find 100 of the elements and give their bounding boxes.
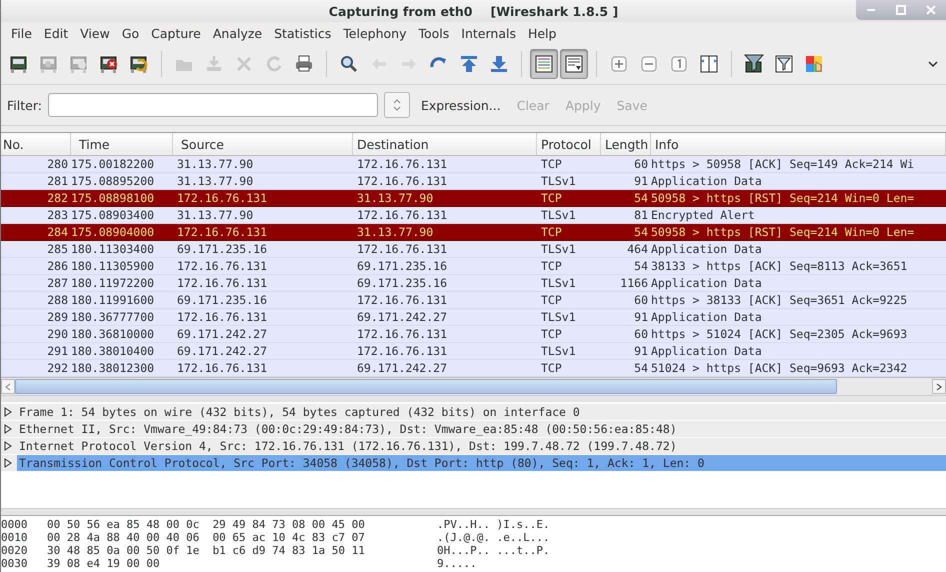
packet-row[interactable]: 289 180.36777700 172.16.76.131 69.171.242.27 TLSv1 91 Application Data [1,309,946,326]
packet-row[interactable]: 285 180.11303400 69.171.235.16 172.16.76.131 TLSv1 464 Application Data [1,241,946,258]
column-header[interactable]: Length [601,133,651,155]
toggle-button[interactable] [530,49,558,79]
table-cell-text: 172.16.76.131 [176,258,268,274]
packet-row[interactable]: 283 175.08903400 31.13.77.90 172.16.76.131 TLSv1 81 Encrypted Alert [1,207,946,224]
table-cell-text: 289 [46,309,69,325]
table-cell-text: 180.11991600 [71,292,156,308]
menu-item[interactable]: Tools [412,26,456,40]
expander-icon[interactable] [3,441,13,451]
table-cell-text: 81 [633,207,649,223]
ascii-text: .PV..H.. )I.s..E. [437,518,550,531]
column-header[interactable]: Protocol [537,133,601,155]
menu-item[interactable]: View [74,26,116,40]
table-cell-text: 180.36777700 [71,309,156,325]
table-cell-text: https > 38133 [ACK] Seq=3651 Ack=9225 [651,292,908,308]
filter-label: Filter: [7,98,42,112]
column-header[interactable]: No. [1,133,71,155]
minimize-icon [867,9,875,11]
packet-row[interactable]: 288 180.11991600 69.171.235.16 172.16.76.131 TCP 60 https > 38133 [ACK] Seq=3651 Ack=9225 [1,292,946,309]
table-cell-text: 180.11305900 [71,258,156,274]
packet-row[interactable]: 291 180.38010400 69.171.242.27 172.16.76.131 TLSv1 91 Application Data [1,343,946,360]
hex-bytes: 00 50 56 ea 85 48 00 0c 29 49 84 73 08 00 45 00 [47,518,366,531]
table-cell-text: 180.38012300 [71,360,156,376]
expander-icon[interactable] [3,458,13,468]
table-cell-text: 172.16.76.131 [356,241,448,257]
packet-row[interactable]: 286 180.11305900 172.16.76.131 69.171.235.16 TCP 54 38133 > https [ACK] Seq=8113 Ack=3651 [1,258,946,275]
expander-icon[interactable] [3,407,13,417]
table-cell-text: 91 [633,343,649,359]
table-cell-text: TLSv1 [540,309,577,325]
table-cell-text: 172.16.76.131 [356,326,448,342]
table-cell-text: 31.13.77.90 [176,173,254,189]
packet-row[interactable]: 280 175.00182200 31.13.77.90 172.16.76.131 TCP 60 https > 50958 [ACK] Seq=149 Ack=214 Wi [1,156,946,173]
packet-row[interactable]: 290 180.36810000 69.171.242.27 172.16.76.131 TCP 60 https > 51024 [ACK] Seq=2305 Ack=9693 [1,326,946,343]
table-cell-text: https > 50958 [ACK] Seq=149 Ack=214 Wi [651,156,916,172]
chevron-down-icon[interactable] [928,60,938,68]
packet-row[interactable]: 284 175.08904000 172.16.76.131 31.13.77.90 TCP 54 50958 > https [RST] Seq=214 Win=0 Len= [1,224,946,241]
ascii-text: .(J.@.@. .e..L... [437,531,550,544]
filter-button[interactable]: Expression... [416,98,506,112]
tree-item[interactable]: Transmission Control Protocol, Src Port: 34058 (34058), Dst Port: http (80), Seq: 1, Ack: 1, Len: 0 [17,455,946,471]
table-cell-text: 172.16.76.131 [176,224,268,240]
column-header[interactable]: Destination [353,133,537,155]
packet-row[interactable]: 282 175.08898100 172.16.76.131 31.13.77.90 TCP 54 50958 > https [RST] Seq=214 Win=0 Len= [1,190,946,207]
app-version: [Wireshark 1.8.5 ] [490,4,618,18]
table-cell-text: 464 [626,241,649,257]
table-cell-text: 280 [46,156,69,172]
table-cell-text: 69.171.235.16 [356,275,448,291]
offset: 0010 [1,531,28,544]
menu-item[interactable]: Statistics [268,26,338,40]
packet-row[interactable]: 292 180.38012300 172.16.76.131 69.171.242.27 TCP 54 51024 > https [ACK] Seq=9693 Ack=2342 [1,360,946,377]
menu-item[interactable]: Help [522,26,562,40]
table-cell-text: 285 [46,241,69,257]
table-cell-text: Application Data [651,309,763,325]
table-cell-text: 69.171.242.27 [176,343,268,359]
table-cell-text: 175.00182200 [71,156,156,172]
table-cell-text: 172.16.76.131 [356,292,448,308]
column-header[interactable]: Info [651,133,946,155]
table-cell-text: 91 [633,173,649,189]
table-cell-text: TCP [540,360,563,376]
table-cell-text: 60 [633,156,649,172]
menu-item[interactable]: Go [116,26,146,40]
table-cell-text: TCP [540,156,563,172]
horizontal-scrollbar[interactable] [1,377,946,395]
table-cell-text: 31.13.77.90 [176,156,254,172]
filter-history-button[interactable] [384,92,410,118]
packet-row[interactable]: 281 175.08895200 31.13.77.90 172.16.76.131 TLSv1 91 Application Data [1,173,946,190]
table-cell-text: 69.171.242.27 [356,360,448,376]
table-cell-text: 54 [633,190,649,206]
expander-icon[interactable] [3,424,13,434]
maximize-icon [896,5,906,15]
menu-item[interactable]: Telephony [337,26,412,40]
menu-item[interactable]: Analyze [206,26,268,40]
table-cell-text: 60 [633,326,649,342]
table-cell-text: Application Data [651,343,763,359]
table-cell-text: TCP [540,292,563,308]
table-cell-text: TLSv1 [540,173,577,189]
hex-bytes: 30 48 85 0a 00 50 0f 1e b1 c6 d9 74 83 1a 50 11 [47,544,366,557]
colored-lines-icon [533,53,555,75]
table-cell-text: Application Data [651,275,763,291]
filter-input[interactable] [48,93,378,117]
packet-row[interactable]: 287 180.11972200 172.16.76.131 69.171.235.16 TLSv1 1166 Application Data [1,275,946,292]
table-cell-text: 281 [46,173,69,189]
table-cell-text: TCP [540,326,563,342]
table-cell-text: 91 [633,309,649,325]
table-cell-text: 287 [46,275,69,291]
table-cell-text: 288 [46,292,69,308]
table-cell-text: 69.171.235.16 [356,258,448,274]
toggle-button[interactable] [560,49,588,79]
table-cell-text: 50958 > https [RST] Seq=214 Win=0 Len= [651,224,916,240]
color-palette-icon [803,53,825,75]
column-header[interactable]: Time [71,133,173,155]
menu-item[interactable]: Internals [455,26,522,40]
table-cell-text: 286 [46,258,69,274]
column-header[interactable]: Source [173,133,353,155]
menu-item[interactable]: File [5,26,38,40]
hex-bytes: 39 08 e4 19 00 00 [47,557,161,570]
table-cell-text: 175.08898100 [71,190,156,206]
menu-item[interactable]: Edit [38,26,74,40]
menu-item[interactable]: Capture [145,26,207,40]
table-cell-text: 291 [46,343,69,359]
